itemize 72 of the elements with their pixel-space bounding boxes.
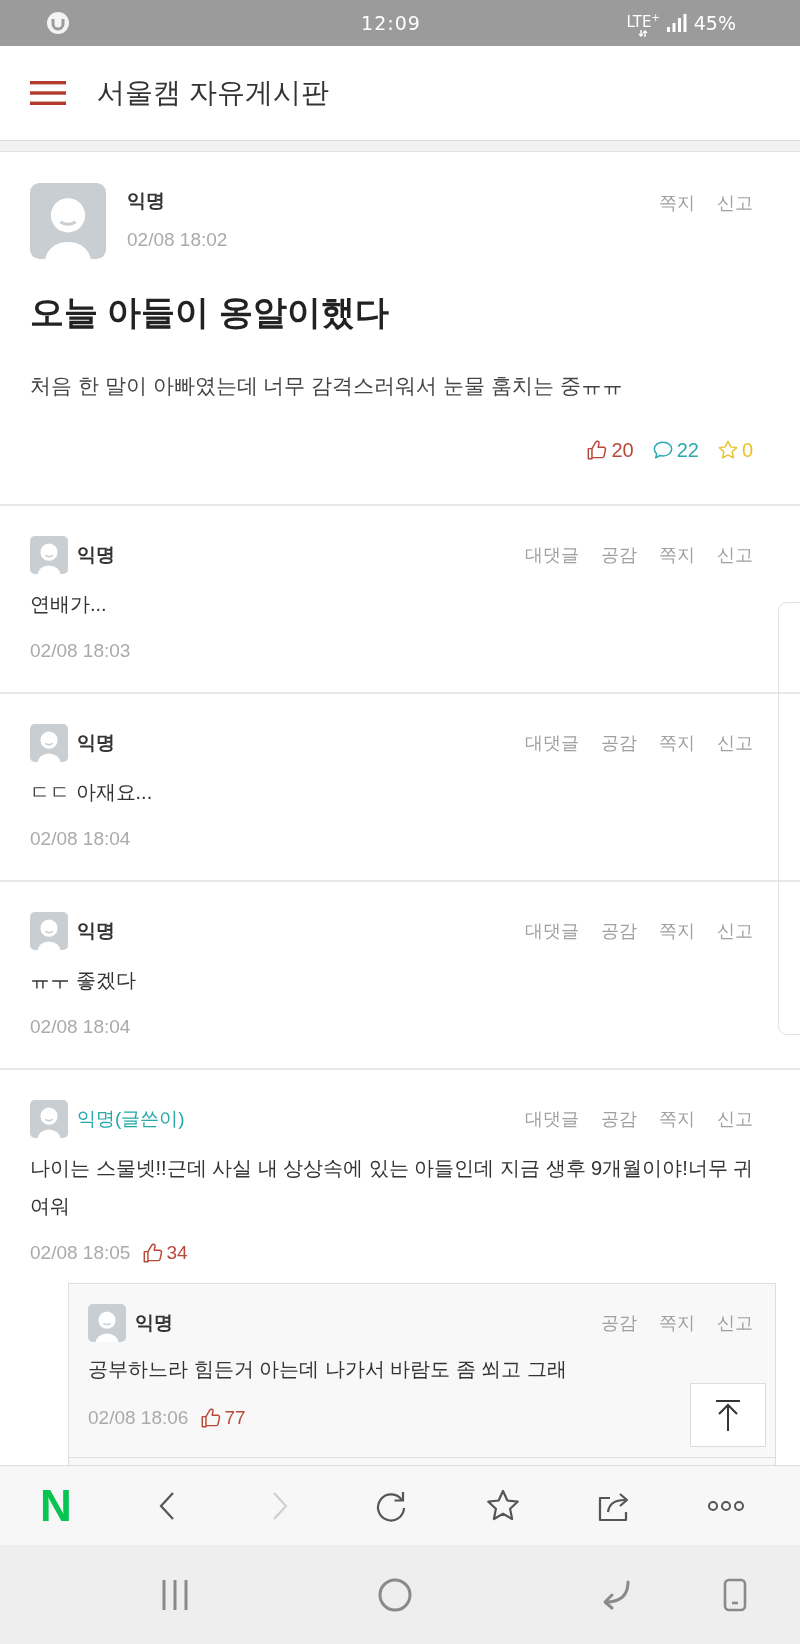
post-body: 처음 한 말이 아빠였는데 너무 감격스러워서 눈물 훔치는 중ㅠㅠ [30, 373, 624, 399]
thumbs-up-icon [142, 1242, 165, 1264]
comment-count: 22 [676, 438, 699, 463]
home-logo-button[interactable]: N [31, 1481, 80, 1530]
board-title: 서울캠 자유게시판 [97, 76, 329, 110]
home-circle-icon [378, 1577, 412, 1612]
star-icon [716, 439, 739, 461]
rotate-button[interactable] [723, 1577, 747, 1612]
action-link[interactable]: 쪽지 [659, 918, 695, 944]
like-count: 77 [224, 1406, 246, 1430]
comment-date: 02/08 18:04 [30, 1015, 131, 1039]
author-name: 익명 [77, 731, 115, 755]
action-link[interactable]: 신고 [717, 918, 753, 944]
menu-icon[interactable] [30, 81, 66, 105]
like-count: 20 [611, 438, 634, 463]
comment-text: 공부하느라 힘든거 아는데 나가서 바람도 좀 쐬고 그래 [88, 1357, 568, 1382]
author-name: 익명 [77, 919, 115, 943]
action-link[interactable]: 신고 [717, 1106, 753, 1132]
avatar-icon [88, 1304, 126, 1342]
speech-bubble-icon [651, 439, 674, 461]
action-link[interactable]: 신고 [717, 190, 753, 216]
action-link[interactable]: 쪽지 [659, 542, 695, 568]
author-name: 익명(글쓴이) [77, 1107, 185, 1131]
avatar-icon [30, 912, 68, 950]
arrow-up-icon [715, 1399, 741, 1431]
comment-date: 02/08 18:05 [30, 1241, 131, 1265]
action-link[interactable]: 쪽지 [659, 730, 695, 756]
scrap-count: 0 [741, 438, 753, 463]
action-link[interactable]: 대댓글 [525, 730, 579, 756]
comment-date: 02/08 18:06 [88, 1406, 189, 1430]
action-link[interactable]: 공감 [601, 1106, 637, 1132]
comment-text: ㄷㄷ 아재요... [30, 780, 154, 805]
phone-icon [723, 1577, 747, 1612]
author-name: 익명 [135, 1311, 173, 1335]
action-link[interactable]: 공감 [601, 918, 637, 944]
action-link[interactable]: 대댓글 [525, 918, 579, 944]
comment-text: ㅠㅜ 좋겠다 [30, 968, 137, 993]
comment-text: 나이는 스물넷!!근데 사실 내 상상속에 있는 아들인데 지금 생후 9개월이야!너무 귀여워 [30, 1156, 755, 1219]
action-link[interactable]: 신고 [717, 542, 753, 568]
avatar-icon [30, 1100, 68, 1138]
action-link[interactable]: 쪽지 [659, 1310, 695, 1336]
action-link[interactable]: 공감 [601, 542, 637, 568]
comment-date: 02/08 18:04 [30, 827, 131, 851]
action-link[interactable]: 공감 [601, 730, 637, 756]
thumbs-up-icon [200, 1407, 223, 1429]
author-name: 익명 [77, 543, 115, 567]
post-date: 02/08 18:02 [127, 228, 228, 252]
action-link[interactable]: 쪽지 [659, 1106, 695, 1132]
post-author-name: 익명 [127, 189, 165, 213]
avatar-icon [30, 183, 106, 259]
network-type: LTE$^{+}$ [626, 10, 660, 30]
data-arrows-icon [638, 29, 649, 37]
action-link[interactable]: 대댓글 [525, 542, 579, 568]
status-time: 12:09 [361, 12, 421, 34]
app-logo-icon [46, 11, 70, 35]
comment-text: 연배가... [30, 592, 108, 617]
avatar-icon [30, 536, 68, 574]
action-link[interactable]: 대댓글 [525, 1106, 579, 1132]
like-count: 34 [166, 1241, 188, 1265]
comment-date: 02/08 18:03 [30, 639, 131, 663]
action-link[interactable]: 쪽지 [659, 190, 695, 216]
home-button[interactable] [378, 1577, 412, 1612]
more-icon [707, 1499, 746, 1512]
avatar-icon [30, 724, 68, 762]
action-link[interactable]: 신고 [717, 1310, 753, 1336]
thumbs-up-icon [586, 439, 609, 461]
action-link[interactable]: 신고 [717, 730, 753, 756]
signal-icon [666, 14, 687, 32]
action-link[interactable]: 공감 [601, 1310, 637, 1336]
scroll-to-top-button[interactable] [690, 1383, 766, 1447]
battery-level: 45% [693, 12, 736, 34]
post-title: 오늘 아들이 옹알이했다 [30, 292, 390, 333]
